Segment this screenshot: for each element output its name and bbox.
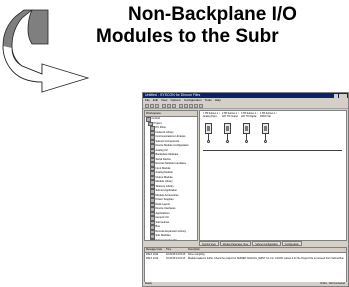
tree-item-label: Bus [155,225,160,229]
slide-title: Non-Backplane I/O Modules to the Subr [96,4,349,48]
connection-node[interactable] [226,140,229,143]
tree-item-label: Subnet Application [155,189,178,193]
menu-item-configuration[interactable]: Configuration [184,98,202,103]
tree-item-label: Control [151,117,160,121]
slide-title-line-1: Non-Backplane I/O [128,4,297,25]
copy-icon[interactable] [167,104,171,108]
tree-item-label: PC Drive [155,126,166,130]
minimize-icon[interactable] [334,93,338,98]
tab-configuration[interactable]: Configuration [281,241,302,246]
tree-item-label: Analog Module [155,171,173,175]
new-icon[interactable] [145,104,149,108]
message-pane: Message Code Time Description RSLX 1012 … [144,247,347,283]
tab-subnet-configuration[interactable]: Subnet Configuration [252,241,281,246]
window-titlebar[interactable]: Untitled - SYSCON for Dhcom Files [143,93,348,98]
tree-item-label: Remote Module Interfaces [155,162,186,166]
zoom-icon[interactable] [184,104,188,108]
tree-node-icon [150,238,155,240]
toolbar-separator [160,104,161,108]
column-header-description[interactable]: Description [188,248,346,252]
tree-item-label: Power Supplies [155,198,174,202]
status-bar: Ready Online : Not Connected [143,282,348,286]
close-icon[interactable] [343,93,347,98]
tab-module-parameter-view[interactable]: Module Parameter View [219,241,252,246]
curved-arrow-icon [2,9,90,93]
io-module-2[interactable] [224,123,231,134]
workspace: Workspace Control Project PC Drive Network … [143,110,348,241]
connection-node[interactable] [207,140,210,143]
cut-icon[interactable] [162,104,166,108]
tree-item-label: Device Interfaces [155,207,176,211]
tree-item-label: Communications Libraries [155,135,186,139]
module-labels: 1 TB Subnet 1 / Analog Point 2 TB Subnet… [203,112,343,122]
module-label-3: 3 TB Subnet 1 / AIO TO Digital [241,112,258,118]
toolbar-separator [177,104,178,108]
window-title: Untitled - SYSCON for Dhcom Files [145,93,201,97]
menu-item-tools[interactable]: Tools [205,98,212,103]
message-row[interactable]: RSLX 1013 10:22:08 14:15:16 Module loade… [145,257,346,261]
slide-title-line-2: Modules to the Subr [96,26,279,47]
open-icon[interactable] [150,104,154,108]
tree-item-label: Sub Modules [155,234,171,238]
toolbar [143,103,348,109]
column-header-time[interactable]: Time [166,248,188,252]
module-label-2: 2 TB Subnet 1 / AIO TO Output [222,112,239,118]
subnet-rail [203,150,342,151]
status-text: Ready [145,282,152,285]
menu-item-help[interactable]: Help [215,98,221,103]
save-icon[interactable] [155,104,159,108]
module-label-1: 1 TB Subnet 1 / Analog Point [203,112,220,118]
io-module-1[interactable] [205,123,212,134]
connect-icon[interactable] [194,104,198,108]
io-module-4[interactable] [262,123,269,134]
app-window: Untitled - SYSCON for Dhcom Files File E… [142,92,349,287]
tab-symbol-view[interactable]: Symbol View [199,241,219,246]
message-code: RSLX 1013 [146,257,159,260]
grid-icon[interactable] [189,104,193,108]
canvas-tabs: Symbol View Module Parameter View Subnet… [199,241,347,246]
connection-node[interactable] [245,140,248,143]
tree-item-label: Device Module Configuration [155,144,189,148]
connection-node[interactable] [264,140,267,143]
message-description: Module loaded in buffer. Check the proje… [188,257,344,260]
module-label-4: 4 TB Subnet 1 / DI/DO Val [260,112,277,118]
tree-item-label: Generic I/O [155,216,169,220]
tree-item[interactable]: Subnet Analog I/O [145,238,197,241]
tree-item-label: Backplane Modules [155,153,179,157]
tree-items: Control Project PC Drive Network Library Com… [145,117,197,241]
paste-icon[interactable] [172,104,176,108]
menu-item-file[interactable]: File [145,98,150,103]
tree-item-label: Module Library [155,180,173,184]
help-icon[interactable] [199,104,203,108]
project-tree: Workspace Control Project PC Drive Network … [144,110,198,241]
column-header-code[interactable]: Message Code [145,248,166,252]
connection-status: Online : Not Connected [320,282,345,285]
message-time: 10:22:08 14:15:16 [166,257,186,260]
tree-item-label: Subnet Analog I/O [155,238,177,241]
menu-item-view[interactable]: View [161,98,167,103]
subnet-canvas[interactable]: 1 TB Subnet 1 / Analog Point 2 TB Subnet… [199,110,347,241]
menu-item-edit[interactable]: Edit [153,98,158,103]
maximize-icon[interactable] [338,93,343,98]
io-module-3[interactable] [243,123,250,134]
menu-item-options[interactable]: Options [170,98,180,103]
print-icon[interactable] [179,104,183,108]
